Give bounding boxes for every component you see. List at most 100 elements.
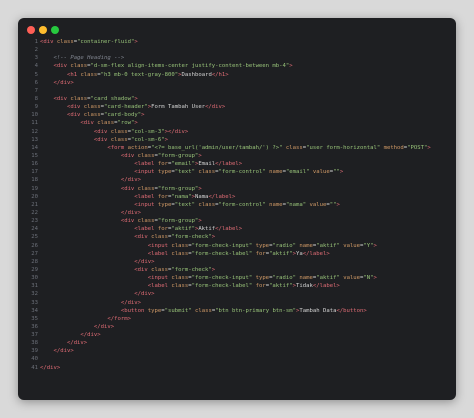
code-token: class [137,185,155,192]
code-token: class [83,112,101,119]
code-token: <label [134,226,158,233]
code-token: > [134,95,138,102]
line-number: 40 [31,356,38,363]
code-token: <div [120,152,138,159]
code-token: type [157,201,172,208]
code-token: "email" [171,161,195,168]
window-titlebar [18,18,456,40]
code-line: 5 <h1 class="h3 mb-0 text-gray-800">Dash… [18,71,456,79]
line-number: 17 [31,169,38,176]
code-token: > [198,185,202,192]
code-line: 10 <div class="card-body"> [18,111,456,119]
code-token: Ya [296,250,303,257]
code-line: 26 <input class="form-check-input" type=… [18,242,456,250]
code-token: "card-header" [104,104,148,111]
line-number: 16 [31,161,38,168]
code-token: "col-sm-6" [130,136,165,143]
code-token: "aktif" [316,242,340,249]
code-token: class [171,242,189,249]
line-number: 4 [34,63,38,70]
code-token: class [97,120,115,127]
code-token: "form-check-label" [191,250,253,257]
close-window-button[interactable] [27,26,35,34]
code-token: <label [134,161,158,168]
code-text: <div class="col-sm-6"> [40,136,168,144]
code-token: name [269,201,283,208]
minimize-window-button[interactable] [39,26,47,34]
code-line: 21 <input type="text" class="form-contro… [18,201,456,209]
code-text: <div class="form-group"> [40,217,202,225]
code-text: </div> [40,176,141,184]
code-token: Dashboard [181,71,212,78]
code-line: 4 <div class="d-sm-flex align-items-cent… [18,62,456,70]
code-token: "card-body" [104,112,142,119]
code-line: 23 <div class="form-group"> [18,217,456,225]
code-token: </h1> [211,71,229,78]
code-token: > [373,242,377,249]
code-token: "POST" [407,144,428,151]
code-line: 17 <input type="text" class="form-contro… [18,168,456,176]
code-token: name [299,275,313,282]
code-text: </div> [40,347,73,355]
code-line: 18 </div> [18,176,456,184]
code-token: class [80,71,98,78]
code-token: "form-control" [218,201,266,208]
maximize-window-button[interactable] [51,26,59,34]
code-line: 39 </div> [18,347,456,355]
code-line: 33 </div> [18,299,456,307]
code-line: 7 [18,87,456,95]
code-token: > [198,218,202,225]
code-token: </div> [134,258,155,265]
code-text: <label class="form-check-label" for="akt… [40,250,330,258]
code-text: <input class="form-check-input" type="ra… [40,274,377,282]
code-token: > [211,234,216,241]
code-line: 9 <div class="card-header">Form Tambah U… [18,103,456,111]
code-token: "btn btn-primary btn-sm" [215,307,297,314]
code-line: 25 <div class="form-check"> [18,233,456,241]
code-line: 27 <label class="form-check-label" for="… [18,250,456,258]
code-token: </label> [215,161,243,168]
code-token: > [134,120,138,127]
code-token: > [427,144,431,151]
code-text: <input type="text" class="form-control" … [40,201,340,209]
line-number: 23 [31,218,38,225]
code-token: Email [198,161,216,168]
code-text: <div class="container-fluid"> [40,38,138,46]
code-line: 32 </div> [18,290,456,298]
code-token: "email" [285,169,310,176]
code-window: 1 <div class="container-fluid"> 2 3 <!-- Pa… [18,18,456,400]
code-text: <div class="row"> [40,119,138,127]
code-token: name [269,169,283,176]
code-token: "aktif" [269,283,293,290]
line-number: 3 [34,55,38,62]
line-number: 22 [31,209,38,216]
code-token: "submit" [164,307,192,314]
code-token: <div [93,128,111,135]
code-editor[interactable]: 1 <div class="container-fluid"> 2 3 <!-- Pa… [18,38,456,372]
code-token: value [309,201,327,208]
code-token: </div> [40,364,61,371]
code-text: <div class="card-header">Form Tambah Use… [40,103,225,111]
code-token: <div [120,218,138,225]
code-token: "form-check" [171,266,212,273]
line-number: 41 [31,364,38,371]
code-token: class [137,218,155,225]
code-line: 30 <input class="form-check-input" type=… [18,274,456,282]
code-token: "nama" [285,201,307,208]
code-line: 8 <div class="card shadow"> [18,95,456,103]
code-text: <input type="text" class="form-control" … [40,168,343,176]
line-number: 15 [31,152,38,159]
code-text: <form action="<?= base_url('admin/user/t… [40,144,431,152]
code-token: "h3 mb-0 text-gray-800" [100,71,179,78]
code-token: "aktif" [269,250,293,257]
code-text: <!-- Page Heading --> [40,54,124,62]
